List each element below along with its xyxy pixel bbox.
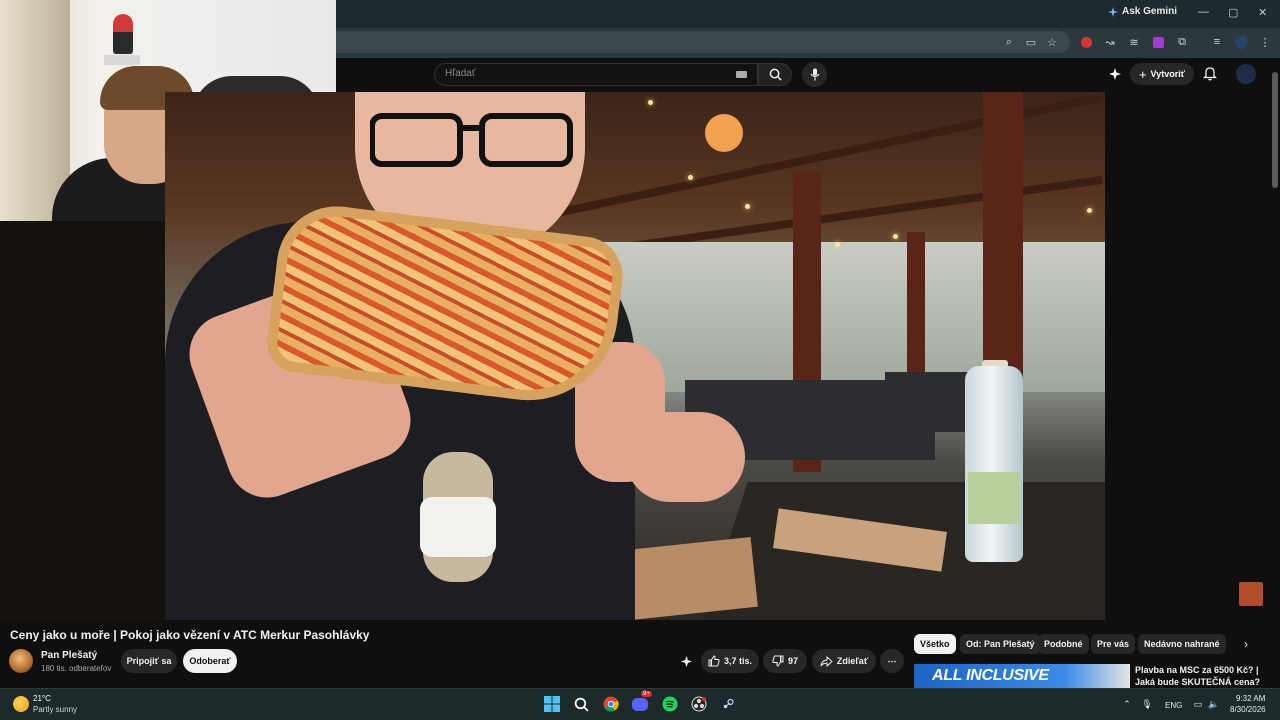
create-button[interactable]: + Vytvoriť — [1130, 63, 1194, 85]
clock-time[interactable]: 9:32 AM — [1236, 694, 1265, 703]
presenter-glasses — [370, 113, 573, 167]
right-arm — [625, 412, 745, 502]
mini-player-thumbnail[interactable] — [1239, 582, 1263, 606]
dislike-count: 97 — [787, 656, 798, 666]
discord-icon[interactable]: 9+ — [630, 691, 652, 714]
search-input[interactable]: Hľadať — [434, 63, 758, 86]
gemini-sparkle-icon — [1108, 6, 1118, 17]
share-button[interactable]: Zdieľať — [812, 649, 876, 673]
channel-avatar[interactable] — [9, 649, 33, 673]
more-dots-icon: ⋯ — [887, 655, 897, 666]
minimize-button[interactable]: — — [1198, 6, 1209, 18]
string-light — [745, 204, 750, 209]
thumbs-down-icon — [772, 655, 784, 667]
spotify-icon[interactable] — [660, 694, 680, 714]
like-button[interactable]: 3,7 tis. — [701, 649, 759, 673]
video-player[interactable] — [165, 92, 1105, 620]
shelf-figurine — [113, 14, 133, 54]
join-button[interactable]: Pripojiť sa — [121, 649, 177, 673]
thumbs-up-icon — [708, 655, 720, 667]
obs-icon[interactable] — [689, 694, 709, 714]
ask-gemini-button[interactable]: Ask Gemini — [1108, 6, 1177, 17]
close-button[interactable]: ✕ — [1258, 6, 1267, 19]
cast-icon[interactable]: ▭ — [1024, 35, 1038, 49]
chrome-icon[interactable] — [601, 694, 621, 714]
keyboard-icon[interactable] — [736, 71, 747, 78]
search-icon — [769, 68, 782, 81]
right-panel — [1105, 92, 1270, 620]
zoom-icon[interactable]: ⌕ — [1002, 35, 1016, 49]
chip-from-channel[interactable]: Od: Pan Plešatý — [960, 634, 1041, 654]
browser-menu-icon[interactable]: ⋮ — [1258, 35, 1272, 49]
share-arrow-icon — [820, 655, 833, 667]
channel-name[interactable]: Pan Plešatý — [41, 650, 97, 661]
more-actions-button[interactable]: ⋯ — [880, 649, 904, 673]
share-label: Zdieľať — [836, 656, 869, 666]
plus-icon: + — [1138, 66, 1147, 82]
like-count: 3,7 tis. — [723, 656, 752, 666]
network-icon[interactable]: ▭ — [1192, 698, 1204, 710]
chip-recently-uploaded[interactable]: Nedávno nahrané — [1138, 634, 1226, 654]
volume-icon[interactable]: 🔈 — [1208, 698, 1220, 710]
chip-all[interactable]: Všetko — [914, 634, 956, 654]
extension-purple-icon[interactable] — [1151, 35, 1165, 49]
chevron-right-icon[interactable]: › — [1236, 634, 1256, 654]
search-button[interactable] — [758, 63, 792, 86]
search-placeholder: Hľadať — [445, 68, 476, 79]
ask-ai-pill[interactable] — [675, 649, 697, 673]
voice-search-button[interactable] — [802, 62, 827, 87]
create-label: Vytvoriť — [1150, 69, 1186, 79]
ai-sparkle-icon — [680, 655, 692, 667]
wall-shelf — [104, 55, 140, 65]
extension-audio-icon[interactable]: ≋ — [1127, 35, 1141, 49]
discord-badge: 9+ — [641, 691, 652, 697]
account-avatar[interactable] — [1236, 64, 1256, 84]
string-light — [688, 175, 693, 180]
clock-date[interactable]: 8/30/2026 — [1230, 705, 1266, 714]
thumbnail-text: ALL INCLUSIVE — [932, 667, 1049, 684]
notifications-bell-icon[interactable] — [1202, 66, 1218, 86]
extension-grey-icon[interactable]: ↝ — [1103, 35, 1117, 49]
screen: Ask Gemini — ▢ ✕ ⌕ ▭ ☆ ↝ ≋ ⧉ ≡ ⋮ Hľadať … — [0, 0, 1280, 720]
water-bottle — [965, 366, 1023, 562]
tray-microphone-icon[interactable]: 🎙 — [1141, 698, 1153, 710]
tray-chevron-up-icon[interactable]: ⌃ — [1121, 698, 1133, 710]
string-light — [1087, 208, 1092, 213]
taskbar-search-icon[interactable] — [571, 694, 591, 714]
string-light — [835, 242, 840, 247]
steam-icon[interactable] — [718, 694, 738, 714]
subscribe-button[interactable]: Odoberať — [183, 649, 237, 673]
recommended-video-thumbnail[interactable]: ALL INCLUSIVE — [914, 664, 1130, 688]
bench-backrest — [885, 372, 975, 432]
profile-avatar-icon[interactable] — [1234, 35, 1248, 49]
media-controls-icon[interactable]: ≡ — [1210, 35, 1224, 49]
extension-red-icon[interactable] — [1079, 35, 1093, 49]
string-light — [893, 234, 898, 239]
ask-gemini-label: Ask Gemini — [1122, 6, 1178, 17]
subscriber-count: 180 tis. odberateľov — [41, 664, 112, 673]
player-letterbox — [0, 221, 165, 620]
weather-temperature[interactable]: 21°C — [33, 694, 51, 703]
orange-lantern — [705, 114, 743, 152]
extensions-puzzle-icon[interactable]: ⧉ — [1175, 35, 1189, 49]
maximize-button[interactable]: ▢ — [1228, 6, 1238, 19]
scrollbar-thumb[interactable] — [1272, 72, 1278, 188]
dislike-button[interactable]: 97 — [763, 649, 807, 673]
video-title: Ceny jako u moře | Pokoj jako vězení v A… — [10, 628, 370, 642]
chip-related[interactable]: Podobné — [1038, 634, 1089, 654]
bookmark-star-icon[interactable]: ☆ — [1045, 35, 1059, 49]
chip-for-you[interactable]: Pre vás — [1091, 634, 1136, 654]
address-bar[interactable] — [336, 31, 1070, 53]
shirt-bear-sweater — [420, 497, 496, 557]
weather-sun-icon[interactable] — [13, 696, 29, 712]
string-light — [648, 100, 653, 105]
microphone-icon — [810, 68, 819, 81]
bottle-label — [968, 472, 1020, 524]
language-indicator[interactable]: ENG — [1165, 701, 1182, 710]
windows-start-icon[interactable] — [542, 694, 562, 714]
ask-ai-icon[interactable] — [1108, 67, 1122, 86]
weather-description[interactable]: Partly sunny — [33, 705, 77, 714]
